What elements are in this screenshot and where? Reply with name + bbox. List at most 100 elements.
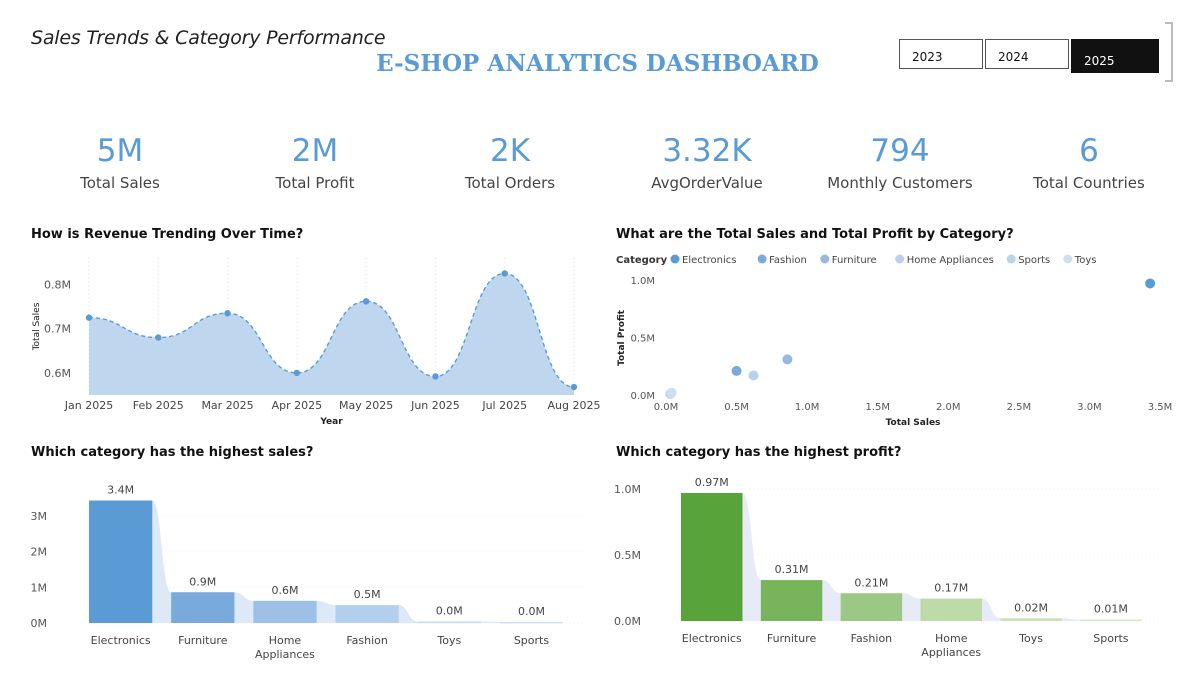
x-tick-label: 0.0M xyxy=(654,402,679,413)
data-point xyxy=(432,373,439,380)
legend-item: Home Appliances xyxy=(907,255,994,266)
kpi-monthly-customers: 794 Monthly Customers xyxy=(810,132,990,192)
bar xyxy=(1000,618,1062,621)
area-fill xyxy=(89,273,574,395)
x-tick-label: Sports xyxy=(1093,632,1129,645)
revenue-trend-title: How is Revenue Trending Over Time? xyxy=(31,227,304,242)
data-label: 0.97M xyxy=(695,476,729,489)
scatter-point xyxy=(666,387,677,398)
data-label: 3.4M xyxy=(107,484,134,497)
bar xyxy=(253,600,317,623)
kpi-label: Total Profit xyxy=(275,174,355,192)
x-tick-label: 1.5M xyxy=(865,402,890,413)
x-tick-label: 2.0M xyxy=(936,402,961,413)
bar xyxy=(760,580,823,621)
kpi-total-sales: 5M Total Sales xyxy=(30,132,210,192)
legend-marker xyxy=(895,254,905,264)
data-point xyxy=(85,314,93,321)
year-option-2023[interactable]: 2023 xyxy=(899,39,983,69)
kpi-value: 6 xyxy=(1079,133,1099,169)
data-point xyxy=(155,334,162,341)
sales-by-category-title: Which category has the highest sales? xyxy=(31,445,314,460)
sales-profit-scatter-chart: Category Electronics Fashion Furniture Home … xyxy=(616,254,1173,428)
y-tick-label: 1M xyxy=(31,581,48,594)
data-point xyxy=(501,270,508,277)
x-tick-label: Furniture xyxy=(178,634,228,647)
y-tick-label: 0.5M xyxy=(630,334,655,345)
kpi-label: Monthly Customers xyxy=(827,174,973,192)
scatter-point xyxy=(748,370,759,381)
kpi-label: Total Orders xyxy=(464,174,556,192)
data-label: 0.0M xyxy=(436,605,463,618)
ribbon-band xyxy=(89,500,564,623)
x-tick-label: Fashion xyxy=(851,632,893,645)
bar xyxy=(89,500,153,623)
y-tick-label: 2M xyxy=(31,546,48,559)
legend-marker xyxy=(670,254,680,264)
year-option-2025[interactable]: 2025 xyxy=(1071,39,1159,73)
data-label: 0.9M xyxy=(189,575,216,588)
year-option-2024[interactable]: 2024 xyxy=(985,39,1069,69)
scatter-point xyxy=(1145,278,1156,289)
bar xyxy=(171,592,235,623)
y-tick-label: 0.6M xyxy=(44,367,71,380)
y-axis-label: Total Sales xyxy=(32,302,42,351)
kpi-label: Total Countries xyxy=(1033,174,1145,192)
slicer-scroll-edge xyxy=(1165,22,1173,82)
legend-item: Fashion xyxy=(769,255,807,266)
y-tick-label: 1.0M xyxy=(630,276,655,287)
kpi-label: AvgOrderValue xyxy=(651,174,763,192)
kpi-value: 2K xyxy=(489,133,531,169)
legend-marker xyxy=(757,254,767,264)
x-tick-label: Jan 2025 xyxy=(64,399,113,412)
x-tick-label: Aug 2025 xyxy=(548,399,601,412)
bar xyxy=(840,593,903,621)
x-tick-label: Home xyxy=(935,632,968,645)
legend-item: Toys xyxy=(1074,255,1097,266)
kpi-value: 3.32K xyxy=(662,133,752,169)
y-tick-label: 0.0M xyxy=(614,615,641,628)
scatter-point xyxy=(782,354,793,365)
bar xyxy=(920,598,982,621)
profit-by-category-title: Which category has the highest profit? xyxy=(616,445,902,460)
kpi-label: Total Sales xyxy=(80,174,160,192)
y-tick-label: 1.0M xyxy=(614,483,641,496)
y-tick-label: 0.0M xyxy=(630,391,655,402)
x-tick-label: Home xyxy=(269,634,302,647)
legend-marker xyxy=(820,254,830,264)
y-tick-label: 0.8M xyxy=(44,279,71,292)
x-tick-label: Jul 2025 xyxy=(481,399,527,412)
x-tick-label: 0.5M xyxy=(724,402,749,413)
data-label: 0.02M xyxy=(1014,601,1048,614)
x-tick-label: May 2025 xyxy=(339,399,393,412)
sales-by-category-chart: 0M 1M 2M 3M 3.4M Electronics 0.9M Furniture 0.6M… xyxy=(31,484,582,661)
x-tick-label: Toys xyxy=(1018,632,1043,645)
kpi-value: 2M xyxy=(291,133,339,169)
legend-item: Electronics xyxy=(682,255,737,266)
legend-marker xyxy=(1006,254,1016,264)
x-tick-label: Feb 2025 xyxy=(133,399,184,412)
legend-item: Sports xyxy=(1018,255,1050,266)
x-tick-label: Electronics xyxy=(91,634,151,647)
x-tick-label: 2.5M xyxy=(1007,402,1032,413)
x-tick-label: 3.5M xyxy=(1148,402,1173,413)
y-tick-label: 0M xyxy=(31,617,48,630)
scatter-point xyxy=(665,388,676,399)
data-point xyxy=(224,310,231,317)
x-tick-label: Sports xyxy=(514,634,550,647)
x-tick-label: 1.0M xyxy=(795,402,820,413)
kpi-total-profit: 2M Total Profit xyxy=(225,132,405,192)
x-tick-label: 3.0M xyxy=(1077,402,1102,413)
data-label: 0.0M xyxy=(518,605,545,618)
x-tick-label: Apr 2025 xyxy=(272,399,323,412)
y-axis-label: Total Profit xyxy=(617,309,627,366)
kpi-value: 794 xyxy=(870,133,930,169)
kpi-total-orders: 2K Total Orders xyxy=(420,132,600,192)
kpi-value: 5M xyxy=(96,133,144,169)
x-tick-label: Mar 2025 xyxy=(201,399,253,412)
x-tick-label: Electronics xyxy=(682,632,742,645)
ribbon-band xyxy=(681,492,1142,621)
legend-marker xyxy=(1063,254,1073,264)
data-point xyxy=(293,369,301,377)
kpi-total-countries: 6 Total Countries xyxy=(999,132,1179,192)
